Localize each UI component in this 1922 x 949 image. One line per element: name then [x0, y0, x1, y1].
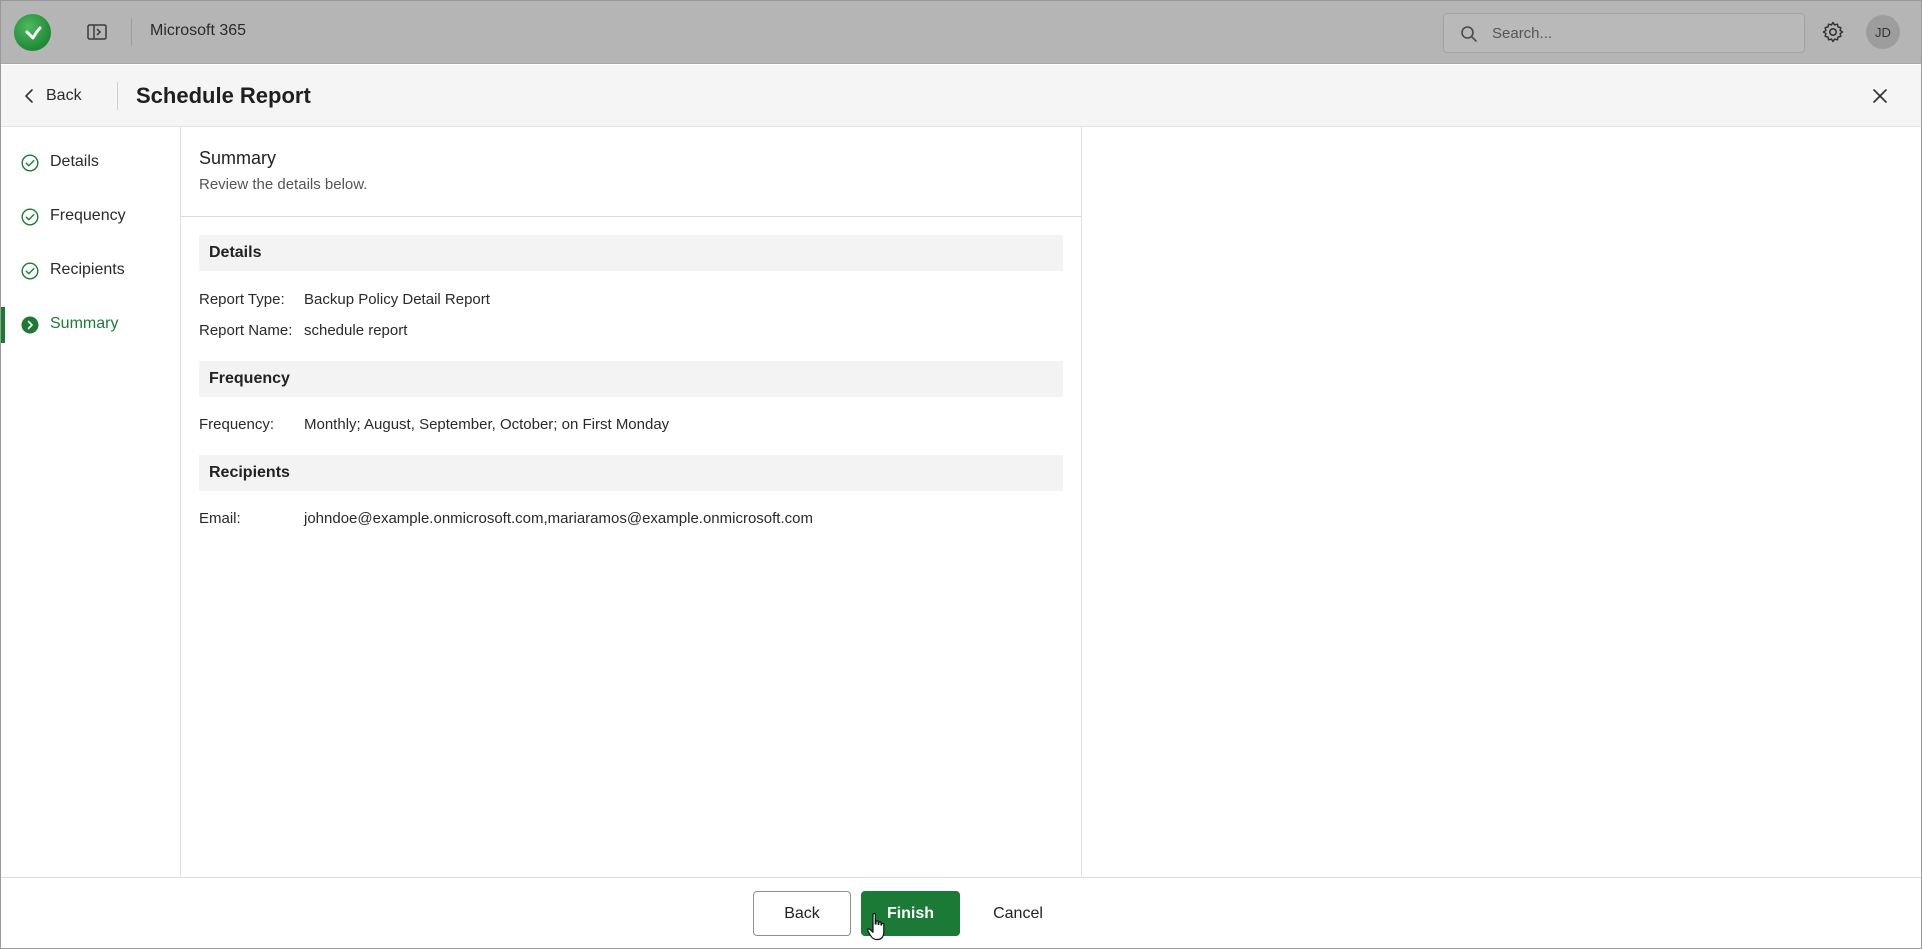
row-key: Report Name: [199, 322, 293, 339]
step-label: Details [50, 153, 99, 170]
row-value: Backup Policy Detail Report [304, 291, 490, 308]
step-summary[interactable]: Summary [0, 307, 180, 343]
user-avatar[interactable]: JD [1866, 15, 1900, 49]
step-label: Recipients [50, 261, 125, 278]
section-header-recipients: Recipients [199, 455, 1063, 491]
summary-subtitle: Review the details below. [199, 176, 368, 193]
search-icon [1461, 26, 1477, 42]
row-value: Monthly; August, September, October; on … [304, 416, 670, 433]
app-title: Microsoft 365 [150, 22, 247, 39]
wizard-header: Back Schedule Report [0, 65, 1922, 127]
check-circle-icon [21, 262, 39, 280]
step-details[interactable]: Details [0, 145, 180, 181]
search-box[interactable] [1443, 13, 1805, 53]
cancel-button[interactable]: Cancel [975, 891, 1061, 936]
row-value: schedule report [304, 322, 408, 339]
summary-title: Summary [199, 148, 277, 168]
step-recipients[interactable]: Recipients [0, 253, 180, 289]
chevron-left-icon [25, 89, 33, 103]
panel-toggle-icon[interactable] [86, 22, 108, 42]
section-heading: Frequency [209, 370, 290, 387]
app-logo-icon[interactable] [14, 14, 51, 51]
chevron-right-circle-icon [21, 316, 39, 334]
row-key: Report Type: [199, 291, 285, 308]
wizard-divider [117, 82, 118, 110]
row-key: Email: [199, 510, 241, 527]
step-label: Frequency [50, 207, 126, 224]
wizard-back-link[interactable]: Back [24, 85, 82, 107]
step-label: Summary [50, 315, 119, 332]
section-header-details: Details [199, 235, 1063, 271]
page-title: Schedule Report [136, 83, 311, 108]
wizard-step-nav: Details Frequency Recipients Summary [0, 127, 181, 877]
search-input[interactable] [1492, 14, 1792, 52]
section-heading: Recipients [209, 464, 290, 481]
header-divider [131, 18, 132, 46]
settings-gear-icon[interactable] [1821, 20, 1845, 44]
check-circle-icon [21, 154, 39, 172]
back-button[interactable]: Back [753, 891, 851, 936]
section-heading: Details [209, 244, 262, 261]
top-header: Microsoft 365 JD [0, 0, 1922, 64]
divider [181, 216, 1081, 217]
check-circle-icon [21, 208, 39, 226]
step-frequency[interactable]: Frequency [0, 199, 180, 235]
finish-button[interactable]: Finish [861, 891, 960, 936]
row-key: Frequency: [199, 416, 275, 433]
row-value: johndoe@example.onmicrosoft.com,mariaram… [304, 510, 813, 527]
section-header-frequency: Frequency [199, 361, 1063, 397]
wizard-footer: Back Finish Cancel [0, 877, 1922, 949]
wizard-back-label: Back [46, 87, 82, 104]
close-icon[interactable] [1869, 85, 1891, 107]
summary-pane: Summary Review the details below. Detail… [181, 127, 1082, 877]
